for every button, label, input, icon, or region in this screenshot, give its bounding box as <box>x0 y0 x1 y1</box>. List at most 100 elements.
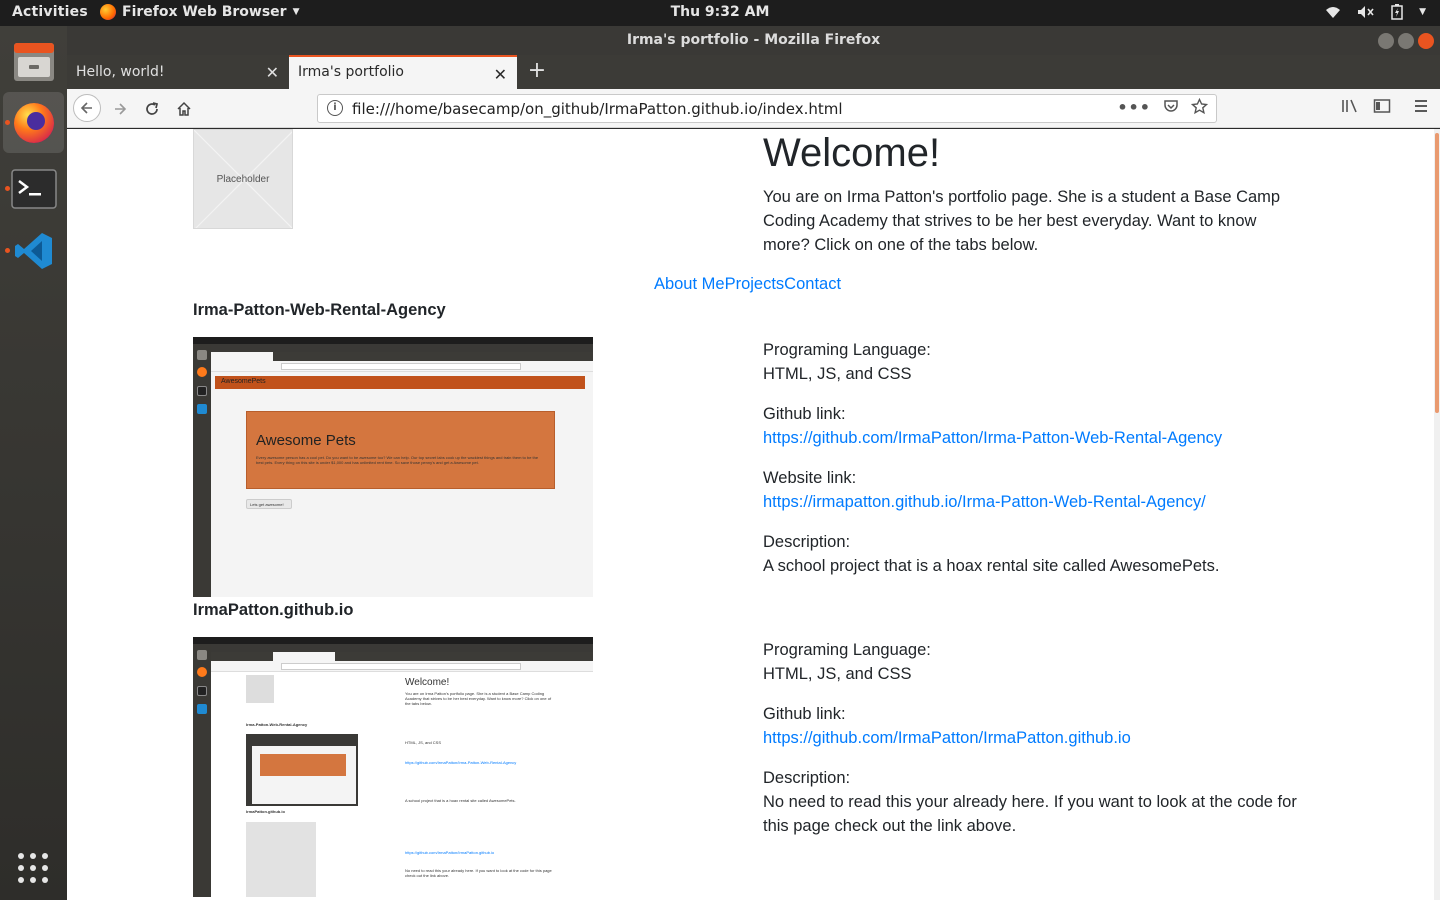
github-link[interactable]: https://github.com/IrmaPatton/IrmaPatton… <box>763 726 1323 750</box>
profile-placeholder-image: Placeholder <box>193 129 293 229</box>
project-title: Irma-Patton-Web-Rental-Agency <box>193 301 446 319</box>
shot-github: https://github.com/IrmaPatton/Irma-Patto… <box>405 760 517 765</box>
firefox-icon <box>100 4 116 20</box>
speaker-muted-icon <box>1358 6 1374 18</box>
library-icon[interactable] <box>1341 98 1359 118</box>
wifi-icon <box>1326 7 1341 18</box>
dock <box>0 26 67 900</box>
firefox-launcher[interactable] <box>3 92 64 153</box>
github-link[interactable]: https://github.com/IrmaPatton/Irma-Patto… <box>763 426 1323 450</box>
tab-label: Irma's portfolio <box>298 64 404 80</box>
page-nav: About MeProjectsContact <box>67 275 1428 294</box>
scrollbar[interactable] <box>1434 129 1440 900</box>
intro-text: You are on Irma Patton's portfolio page.… <box>763 188 1281 254</box>
show-applications-button[interactable] <box>17 852 49 884</box>
top-bar: Activities Firefox Web Browser ▼ Thu 9:3… <box>0 0 1440 26</box>
url-text[interactable]: file:///home/basecamp/on_github/IrmaPatt… <box>352 100 843 118</box>
app-menu-label: Firefox Web Browser <box>122 4 287 20</box>
shot-github-2: https://github.com/IrmaPatton/IrmaPatton… <box>405 850 495 855</box>
nav-link-projects[interactable]: Projects <box>725 275 785 293</box>
close-window-button[interactable] <box>1418 33 1434 49</box>
shot-hero: Awesome Pets Every awesome person has a … <box>246 411 555 489</box>
shot-lang: HTML, JS, and CSS <box>405 740 442 745</box>
url-bar[interactable]: i file:///home/basecamp/on_github/IrmaPa… <box>317 94 1217 123</box>
shot-brand: AwesomePets <box>221 378 266 385</box>
running-indicator <box>5 248 10 253</box>
chevron-down-icon: ▼ <box>292 7 300 17</box>
tab-label: Hello, world! <box>76 64 165 80</box>
description-label: Description: <box>763 533 851 551</box>
shot-desc-2: No need to read this your already here. … <box>405 868 552 878</box>
file-cabinet-icon <box>13 42 54 81</box>
nav-link-contact[interactable]: Contact <box>784 275 841 293</box>
tab-irmas-portfolio[interactable]: Irma's portfolio ✕ <box>289 55 517 89</box>
nav-link-about-me[interactable]: About Me <box>654 275 725 293</box>
arrow-left-icon <box>80 102 92 114</box>
lang-value: HTML, JS, and CSS <box>763 665 912 683</box>
back-button[interactable] <box>73 94 101 122</box>
window-title-bar: Irma's portfolio - Mozilla Firefox <box>67 26 1440 55</box>
project-details: Programing Language: HTML, JS, and CSS G… <box>763 338 1323 578</box>
shot-project-title: Irma-Patton-Web-Rental-Agency <box>246 722 308 727</box>
info-icon[interactable]: i <box>327 100 343 116</box>
project-screenshot: AwesomePets Awesome Pets Every awesome p… <box>193 337 593 597</box>
description-label: Description: <box>763 769 851 787</box>
running-indicator <box>5 120 10 125</box>
lang-value: HTML, JS, and CSS <box>763 365 912 383</box>
scrollbar-thumb[interactable] <box>1435 133 1439 413</box>
shot-button: Lets get awesome! <box>246 499 292 509</box>
app-menu[interactable]: Firefox Web Browser ▼ <box>100 4 300 20</box>
shot-hero-text: Every awesome person has a cool pet. Do … <box>256 455 539 465</box>
website-link[interactable]: https://irmapatton.github.io/Irma-Patton… <box>763 490 1323 514</box>
description-text: A school project that is a hoax rental s… <box>763 557 1220 575</box>
description-text: No need to read this your already here. … <box>763 793 1297 835</box>
sidebar-icon[interactable] <box>1373 98 1391 118</box>
battery-icon <box>1391 4 1403 20</box>
shot-heading: Welcome! <box>405 677 450 688</box>
chevron-down-icon: ▼ <box>1419 7 1426 17</box>
activities-button[interactable]: Activities <box>12 4 88 20</box>
tab-hello-world[interactable]: Hello, world! ✕ <box>67 55 289 89</box>
new-tab-button[interactable]: + <box>523 58 551 83</box>
bookmark-star-icon[interactable] <box>1191 98 1208 115</box>
vscode-icon <box>14 232 52 269</box>
page-content: Placeholder Welcome! You are on Irma Pat… <box>67 129 1440 900</box>
project-title: IrmaPatton.github.io <box>193 601 354 619</box>
window-title: Irma's portfolio - Mozilla Firefox <box>626 32 881 48</box>
lang-label: Programing Language: <box>763 641 931 659</box>
shot-project-title-2: IrmaPatton.github.io <box>246 809 285 814</box>
firefox-icon <box>13 102 54 143</box>
grid-icon <box>18 853 48 883</box>
reload-button[interactable] <box>139 96 165 122</box>
lang-label: Programing Language: <box>763 341 931 359</box>
maximize-button[interactable] <box>1398 33 1414 49</box>
page-heading: Welcome! <box>763 131 941 175</box>
terminal-launcher[interactable] <box>3 158 64 219</box>
project-screenshot: Welcome! You are on Irma Patton's portfo… <box>193 637 593 897</box>
system-tray[interactable]: ▼ <box>1325 4 1426 20</box>
more-actions-icon[interactable]: ••• <box>1117 98 1151 117</box>
vscode-launcher[interactable] <box>3 220 64 281</box>
home-icon <box>177 101 191 116</box>
github-label: Github link: <box>763 705 846 723</box>
shot-desc: A school project that is a hoax rental s… <box>405 798 516 803</box>
website-label: Website link: <box>763 469 857 487</box>
github-label: Github link: <box>763 405 846 423</box>
placeholder-label: Placeholder <box>216 173 270 185</box>
close-icon[interactable]: ✕ <box>494 65 507 84</box>
tab-bar: Hello, world! ✕ Irma's portfolio ✕ + <box>67 55 1440 89</box>
files-launcher[interactable] <box>3 30 64 91</box>
close-icon[interactable]: ✕ <box>266 63 279 82</box>
pocket-icon[interactable] <box>1163 98 1179 114</box>
hamburger-menu-icon[interactable] <box>1413 98 1429 118</box>
navigation-toolbar: i file:///home/basecamp/on_github/IrmaPa… <box>67 89 1440 128</box>
shot-intro: You are on Irma Patton's portfolio page.… <box>405 691 552 706</box>
arrow-right-icon <box>115 103 127 115</box>
home-button[interactable] <box>171 96 197 122</box>
reload-icon <box>146 102 159 115</box>
terminal-icon <box>10 168 57 209</box>
running-indicator <box>5 186 10 191</box>
minimize-button[interactable] <box>1378 33 1394 49</box>
project-details: Programing Language: HTML, JS, and CSS G… <box>763 638 1323 838</box>
forward-button[interactable] <box>107 96 133 122</box>
